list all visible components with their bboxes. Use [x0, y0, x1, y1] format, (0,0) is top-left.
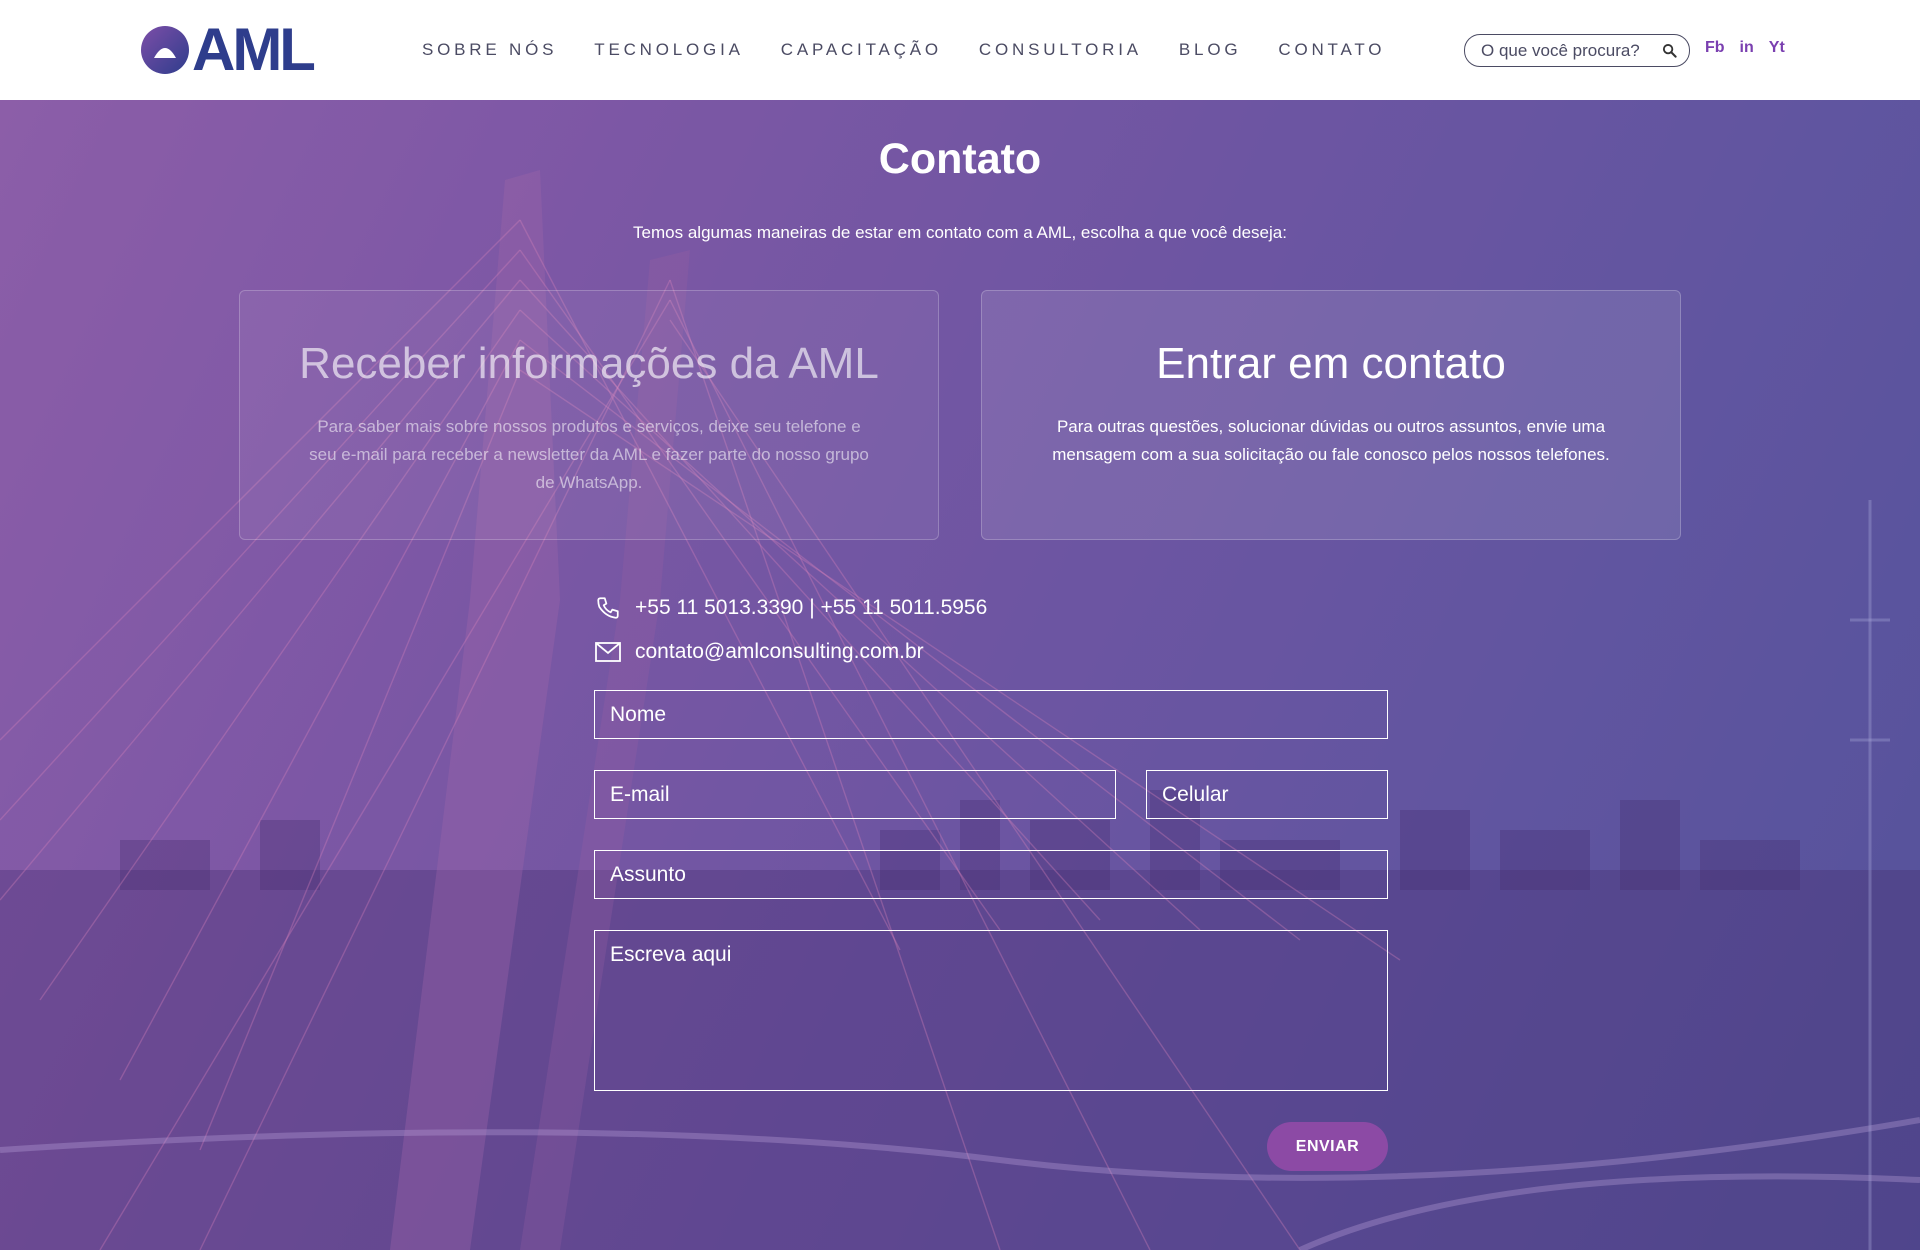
site-header: AML SOBRE NÓS TECNOLOGIA CAPACITAÇÃO CON… — [0, 0, 1920, 100]
send-button[interactable]: ENVIAR — [1267, 1122, 1388, 1171]
subject-field[interactable] — [594, 850, 1388, 899]
phone-numbers[interactable]: +55 11 5013.3390 | +55 11 5011.5956 — [635, 596, 987, 620]
logo-mark-icon — [141, 26, 189, 74]
nav-item-consultoria[interactable]: CONSULTORIA — [979, 40, 1142, 60]
page-intro: Temos algumas maneiras de estar em conta… — [633, 223, 1287, 242]
newsletter-card-title: Receber informações da AML — [299, 339, 879, 388]
contact-card-title: Entrar em contato — [1156, 339, 1506, 388]
social-links: Fb in Yt — [1705, 39, 1800, 57]
logo-text: AML — [192, 16, 316, 83]
email-field[interactable] — [594, 770, 1116, 819]
facebook-link[interactable]: Fb — [1705, 39, 1725, 57]
main-nav: SOBRE NÓS TECNOLOGIA CAPACITAÇÃO CONSULT… — [422, 0, 1422, 100]
newsletter-card[interactable]: Receber informações da AML Para saber ma… — [239, 290, 939, 540]
contact-card-text: Para outras questões, solucionar dúvidas… — [1052, 417, 1610, 464]
contact-email[interactable]: contato@amlconsulting.com.br — [635, 640, 924, 664]
phone-info: +55 11 5013.3390 | +55 11 5011.5956 — [594, 594, 987, 622]
linkedin-link[interactable]: in — [1740, 39, 1754, 57]
search-icon[interactable] — [1662, 43, 1677, 58]
nav-item-capacitacao[interactable]: CAPACITAÇÃO — [781, 40, 942, 60]
envelope-icon — [594, 638, 622, 666]
contact-hero: Contato Temos algumas maneiras de estar … — [0, 100, 1920, 1250]
name-field[interactable] — [594, 690, 1388, 739]
contact-card[interactable]: Entrar em contato Para outras questões, … — [981, 290, 1681, 540]
message-field[interactable] — [594, 930, 1388, 1091]
nav-item-tecnologia[interactable]: TECNOLOGIA — [594, 40, 743, 60]
email-info: contato@amlconsulting.com.br — [594, 638, 924, 666]
nav-item-sobre-nos[interactable]: SOBRE NÓS — [422, 40, 557, 60]
search-input[interactable] — [1481, 40, 1651, 61]
nav-item-blog[interactable]: BLOG — [1179, 40, 1241, 60]
aml-logo[interactable]: AML — [140, 16, 316, 83]
search-box — [1464, 34, 1690, 67]
phone-icon — [594, 594, 622, 622]
page-title: Contato — [878, 135, 1042, 183]
youtube-link[interactable]: Yt — [1769, 39, 1785, 57]
mobile-field[interactable] — [1146, 770, 1388, 819]
nav-item-contato[interactable]: CONTATO — [1278, 40, 1385, 60]
newsletter-card-text: Para saber mais sobre nossos produtos e … — [309, 417, 869, 492]
